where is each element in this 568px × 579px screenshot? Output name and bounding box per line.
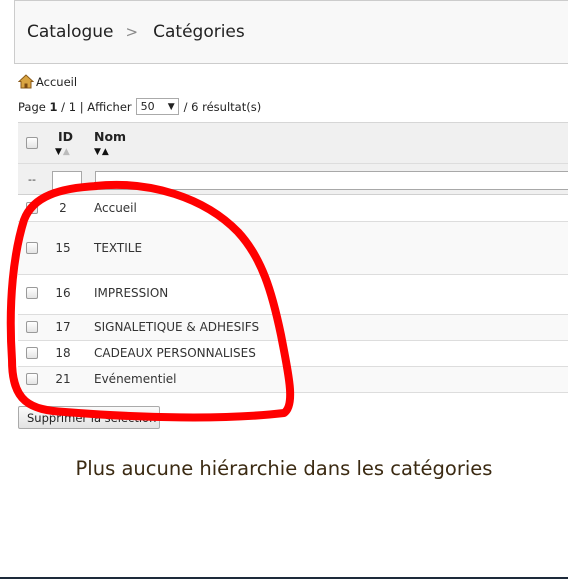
home-link[interactable]: Accueil [18, 74, 77, 89]
row-id: 18 [55, 346, 71, 360]
table-row[interactable]: 15 TEXTILE [18, 222, 568, 275]
row-id: 17 [55, 320, 71, 334]
table-row[interactable]: 18 CADEAUX PERSONNALISES [18, 341, 568, 367]
table-header: ID ▼▲ Nom ▼▲ [18, 123, 568, 164]
breadcrumb-bar: Catalogue > Catégories [14, 0, 568, 64]
per-page-select[interactable]: 50 ▼ [135, 98, 179, 115]
sort-id-icon[interactable]: ▼▲ [55, 148, 71, 157]
row-checkbox[interactable] [26, 202, 38, 214]
row-checkbox[interactable] [26, 373, 38, 385]
results-count: / 6 résultat(s) [183, 99, 262, 114]
row-checkbox[interactable] [26, 321, 38, 333]
filter-placeholder: -- [28, 173, 36, 186]
filter-row: -- [18, 164, 568, 195]
total-pages: 1 [68, 99, 77, 114]
row-id: 21 [55, 372, 71, 386]
home-link-label: Accueil [36, 74, 78, 89]
row-id: 2 [59, 201, 67, 215]
row-checkbox[interactable] [26, 287, 38, 299]
table-row[interactable]: 21 Evénementiel [18, 367, 568, 393]
row-id: 15 [55, 241, 71, 255]
table-row[interactable]: 16 IMPRESSION [18, 275, 568, 315]
show-label: Afficher [87, 99, 132, 114]
row-name[interactable]: IMPRESSION [94, 286, 168, 300]
row-name[interactable]: Evénementiel [94, 372, 177, 386]
row-name[interactable]: CADEAUX PERSONNALISES [94, 346, 256, 360]
annotation-caption: Plus aucune hiérarchie dans les catégori… [75, 457, 493, 480]
sort-nom-icon[interactable]: ▼▲ [94, 148, 110, 157]
categories-table: ID ▼▲ Nom ▼▲ -- 2 Accueil 15 TEXTILE 16 … [18, 122, 568, 393]
table-row[interactable]: 2 Accueil [18, 195, 568, 222]
delete-selection-button[interactable]: Supprimer la sélection [18, 406, 160, 429]
row-name[interactable]: SIGNALETIQUE & ADHESIFS [94, 320, 259, 334]
table-row[interactable]: 17 SIGNALETIQUE & ADHESIFS [18, 315, 568, 341]
dropdown-arrow-icon: ▼ [167, 101, 175, 112]
filter-name-input[interactable] [95, 171, 568, 190]
row-id: 16 [55, 286, 71, 300]
column-header-nom[interactable]: Nom [94, 129, 126, 144]
current-page: 1 [49, 99, 58, 114]
pagination: Page 1 / 1 | Afficher 50 ▼ / 6 résultat(… [18, 98, 262, 115]
chevron-right-icon: > [125, 23, 139, 41]
breadcrumb-catalogue[interactable]: Catalogue [27, 22, 114, 42]
home-icon [18, 74, 34, 89]
row-checkbox[interactable] [26, 242, 38, 254]
breadcrumb-categories: Catégories [153, 22, 245, 42]
select-all-checkbox[interactable] [26, 137, 38, 149]
row-name[interactable]: Accueil [94, 201, 137, 215]
row-checkbox[interactable] [26, 347, 38, 359]
row-name[interactable]: TEXTILE [94, 241, 142, 255]
column-header-id[interactable]: ID [58, 129, 73, 144]
filter-id-input[interactable] [52, 171, 82, 190]
